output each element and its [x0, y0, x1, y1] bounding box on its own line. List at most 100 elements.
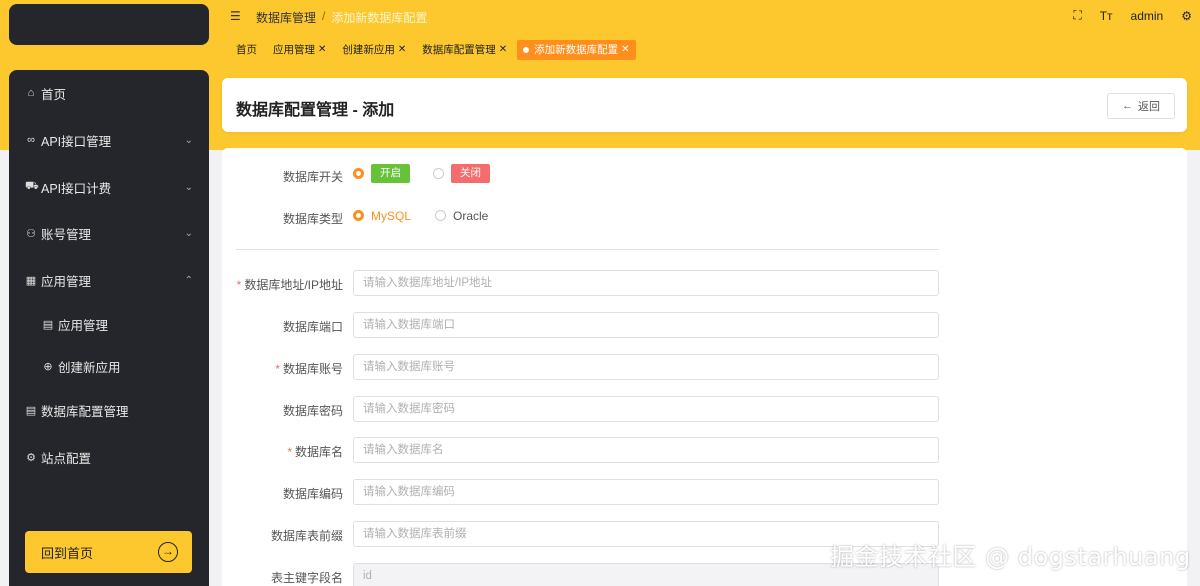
- form-row-port: 数据库端口 请输入数据库端口: [222, 312, 1187, 338]
- tag-db-config[interactable]: 数据库配置管理 ✕: [416, 40, 513, 60]
- close-icon[interactable]: ✕: [621, 40, 629, 60]
- sidebar-item-label: API接口计费: [41, 181, 112, 196]
- tag-add-db-config[interactable]: 添加新数据库配置 ✕: [517, 40, 636, 60]
- form-row-host: * 数据库地址/IP地址 请输入数据库地址/IP地址: [222, 270, 1187, 296]
- logo-area: [9, 4, 209, 45]
- form-row-charset: 数据库编码 请输入数据库编码: [222, 479, 1187, 505]
- tag-label: 添加新数据库配置: [534, 44, 619, 56]
- field-label: 数据库类型: [282, 212, 343, 226]
- sidebar-item-label: API接口管理: [41, 134, 112, 149]
- back-home-button[interactable]: 回到首页 →: [25, 531, 192, 573]
- form-row-account: * 数据库账号 请输入数据库账号: [222, 354, 1187, 380]
- page-title: 数据库配置管理 - 添加: [236, 102, 395, 119]
- menu-fold-icon[interactable]: ☰: [230, 9, 241, 23]
- close-icon[interactable]: ✕: [499, 40, 507, 60]
- plus-circle-icon: ⊕: [43, 360, 53, 373]
- radio-switch-on[interactable]: [353, 168, 364, 179]
- close-icon[interactable]: ✕: [318, 40, 326, 60]
- port-input[interactable]: 请输入数据库端口: [353, 312, 939, 338]
- arrow-right-icon: →: [158, 542, 178, 562]
- sidebar-item-db-config[interactable]: ▤ 数据库配置管理: [9, 395, 209, 425]
- page-header: 数据库配置管理 - 添加 ← 返回: [222, 78, 1187, 132]
- switch-on-badge[interactable]: 开启: [371, 164, 410, 183]
- radio-switch-off[interactable]: [433, 168, 444, 179]
- top-right-tools: ⛶ Tт admin ⚙: [1073, 8, 1192, 23]
- tag-home[interactable]: 首页: [230, 40, 263, 60]
- switch-off-badge[interactable]: 关闭: [451, 164, 490, 183]
- gear-icon: ⚙: [26, 451, 36, 464]
- sidebar-item-accounts[interactable]: ⚇ 账号管理 ⌄: [9, 218, 209, 248]
- cart-icon: ⛟: [25, 180, 39, 192]
- doc-icon: ▤: [25, 404, 37, 417]
- tag-label: 应用管理: [273, 44, 315, 56]
- close-icon[interactable]: ✕: [398, 40, 406, 60]
- font-size-icon[interactable]: Tт: [1100, 9, 1113, 23]
- sidebar-item-label: 站点配置: [41, 451, 92, 466]
- tag-create-app[interactable]: 创建新应用 ✕: [336, 40, 412, 60]
- field-label: 数据库开关: [282, 170, 343, 184]
- breadcrumb-item[interactable]: 数据库管理: [256, 9, 316, 26]
- tag-label: 数据库配置管理: [422, 44, 496, 56]
- sidebar-item-home[interactable]: ⌂ 首页: [9, 78, 209, 108]
- tag-label: 创建新应用: [342, 44, 395, 56]
- arrow-left-icon: ←: [1122, 100, 1133, 112]
- sidebar-item-apps[interactable]: ▦ 应用管理 ⌃: [9, 265, 209, 295]
- form-row-type: 数据库类型 MySQL Oracle: [222, 204, 1187, 230]
- divider: [236, 249, 939, 250]
- radio-oracle-label[interactable]: Oracle: [453, 209, 488, 223]
- breadcrumb-current: 添加新数据库配置: [331, 11, 428, 25]
- account-input[interactable]: 请输入数据库账号: [353, 354, 939, 380]
- sidebar-item-api-billing[interactable]: ⛟ API接口计费 ⌄: [9, 172, 209, 202]
- breadcrumb: 数据库管理 / 添加新数据库配置: [256, 9, 427, 26]
- doc-icon: ▤: [42, 318, 54, 331]
- password-input[interactable]: 请输入数据库密码: [353, 396, 939, 422]
- form-row-password: 数据库密码 请输入数据库密码: [222, 396, 1187, 422]
- field-label: * 数据库地址/IP地址: [236, 278, 343, 292]
- tag-label: 首页: [236, 44, 257, 56]
- sidebar-item-label: 创建新应用: [58, 360, 121, 375]
- user-icon: ⚇: [26, 227, 36, 240]
- chevron-down-icon: ⌄: [184, 227, 193, 239]
- radio-mysql[interactable]: [353, 210, 364, 221]
- host-input[interactable]: 请输入数据库地址/IP地址: [353, 270, 939, 296]
- sidebar-item-label: 数据库配置管理: [41, 404, 129, 419]
- home-icon: ⌂: [27, 87, 35, 99]
- radio-mysql-label[interactable]: MySQL: [371, 209, 411, 223]
- radio-oracle[interactable]: [435, 210, 446, 221]
- sidebar-item-label: 首页: [41, 87, 67, 102]
- link-icon: ∞: [27, 134, 35, 146]
- charset-input[interactable]: 请输入数据库编码: [353, 479, 939, 505]
- required-mark: *: [236, 278, 242, 292]
- sidebar-item-label: 应用管理: [41, 274, 92, 289]
- sidebar-subitem-app-manage[interactable]: ▤ 应用管理: [9, 309, 209, 339]
- form-row-dbname: * 数据库名 请输入数据库名: [222, 437, 1187, 463]
- chevron-down-icon: ⌄: [184, 134, 193, 146]
- settings-icon[interactable]: ⚙: [1181, 9, 1192, 23]
- sidebar-item-label: 账号管理: [41, 227, 92, 242]
- watermark: 掘金技术社区 @ dogstarhuang: [830, 543, 1191, 571]
- return-button[interactable]: ← 返回: [1107, 93, 1175, 119]
- field-label: 表主键字段名: [270, 571, 343, 585]
- chevron-up-icon: ⌃: [184, 274, 193, 286]
- field-label: 数据库密码: [282, 404, 343, 418]
- field-label: 数据库编码: [282, 487, 343, 501]
- required-mark: *: [287, 445, 292, 459]
- sidebar-subitem-create-app[interactable]: ⊕ 创建新应用: [9, 351, 209, 381]
- fullscreen-icon[interactable]: ⛶: [1073, 8, 1081, 23]
- sidebar-item-site-config[interactable]: ⚙ 站点配置: [9, 442, 209, 472]
- top-bar: ☰ 数据库管理 / 添加新数据库配置 ⛶ Tт admin ⚙: [222, 0, 1200, 32]
- field-label: * 数据库账号: [275, 362, 343, 376]
- chevron-down-icon: ⌄: [184, 181, 193, 193]
- dbname-input[interactable]: 请输入数据库名: [353, 437, 939, 463]
- active-dot-icon: [523, 47, 530, 53]
- field-label: * 数据库名: [287, 445, 343, 459]
- db-config-form: 数据库开关 开启 关闭 数据库类型 MySQL Oracle * 数据库地址/IP…: [222, 148, 1187, 586]
- sidebar-item-api-manage[interactable]: ∞ API接口管理 ⌄: [9, 125, 209, 155]
- breadcrumb-separator: /: [322, 9, 326, 23]
- tab-bar: 首页 应用管理 ✕ 创建新应用 ✕ 数据库配置管理 ✕ 添加新数据库配置 ✕: [230, 40, 636, 60]
- return-label: 返回: [1138, 101, 1160, 113]
- user-name[interactable]: admin: [1131, 9, 1164, 23]
- required-mark: *: [275, 362, 280, 376]
- tag-app-manage[interactable]: 应用管理 ✕: [267, 40, 332, 60]
- sidebar: ⌂ 首页 ∞ API接口管理 ⌄ ⛟ API接口计费 ⌄ ⚇ 账号管理 ⌄ ▦ …: [9, 70, 209, 586]
